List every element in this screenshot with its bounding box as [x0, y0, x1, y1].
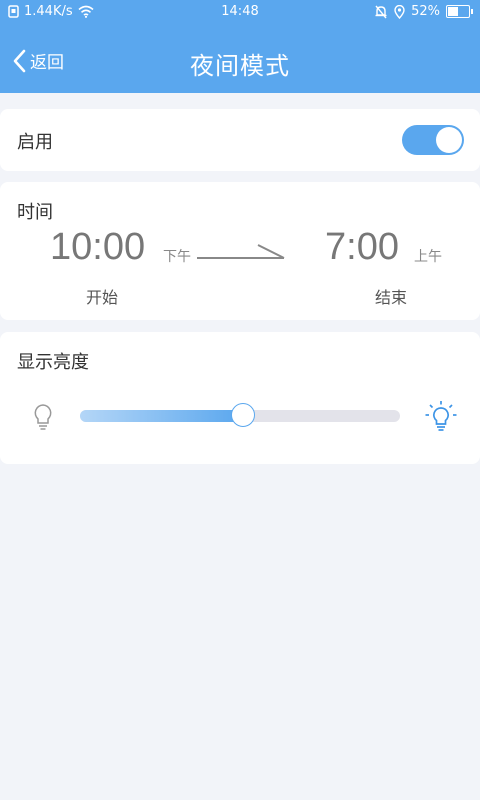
nav-bar: 返回 夜间模式 [0, 36, 480, 88]
bulb-bright-icon [425, 401, 457, 431]
end-ampm: 上午 [414, 249, 442, 265]
brightness-slider[interactable] [80, 403, 400, 427]
end-caption: 结束 [375, 288, 408, 307]
brightness-card: 显示亮度 [0, 332, 480, 464]
enable-card: 启用 [0, 109, 480, 171]
time-label: 时间 [17, 202, 53, 223]
end-time[interactable]: 7:00 [325, 226, 399, 269]
start-ampm: 下午 [163, 249, 191, 265]
brightness-slider-thumb[interactable] [231, 403, 256, 427]
toggle-knob [436, 127, 462, 153]
bell-muted-icon [375, 5, 387, 18]
battery-fill [448, 7, 459, 16]
night-mode-screen: 1.44K/s 14:48 52% 返回 夜间模式 启用 时间 10:00 下午… [0, 0, 480, 800]
battery-percent: 52% [411, 4, 440, 19]
start-time[interactable]: 10:00 [50, 226, 145, 269]
time-card: 时间 10:00 下午 7:00 上午 开始 结束 [0, 182, 480, 320]
location-icon [394, 4, 405, 19]
page-title: 夜间模式 [190, 52, 290, 80]
enable-toggle[interactable] [402, 125, 464, 155]
status-bar: 1.44K/s 14:48 52% [0, 0, 480, 26]
brightness-label: 显示亮度 [17, 352, 89, 373]
battery-icon [446, 5, 473, 18]
enable-label: 启用 [17, 132, 53, 153]
start-caption: 开始 [86, 288, 119, 307]
bulb-dim-icon [34, 404, 52, 430]
header: 1.44K/s 14:48 52% 返回 夜间模式 [0, 0, 480, 93]
status-right: 52% [374, 4, 473, 19]
arrow-right-icon [197, 244, 285, 259]
brightness-slider-fill [80, 410, 244, 422]
